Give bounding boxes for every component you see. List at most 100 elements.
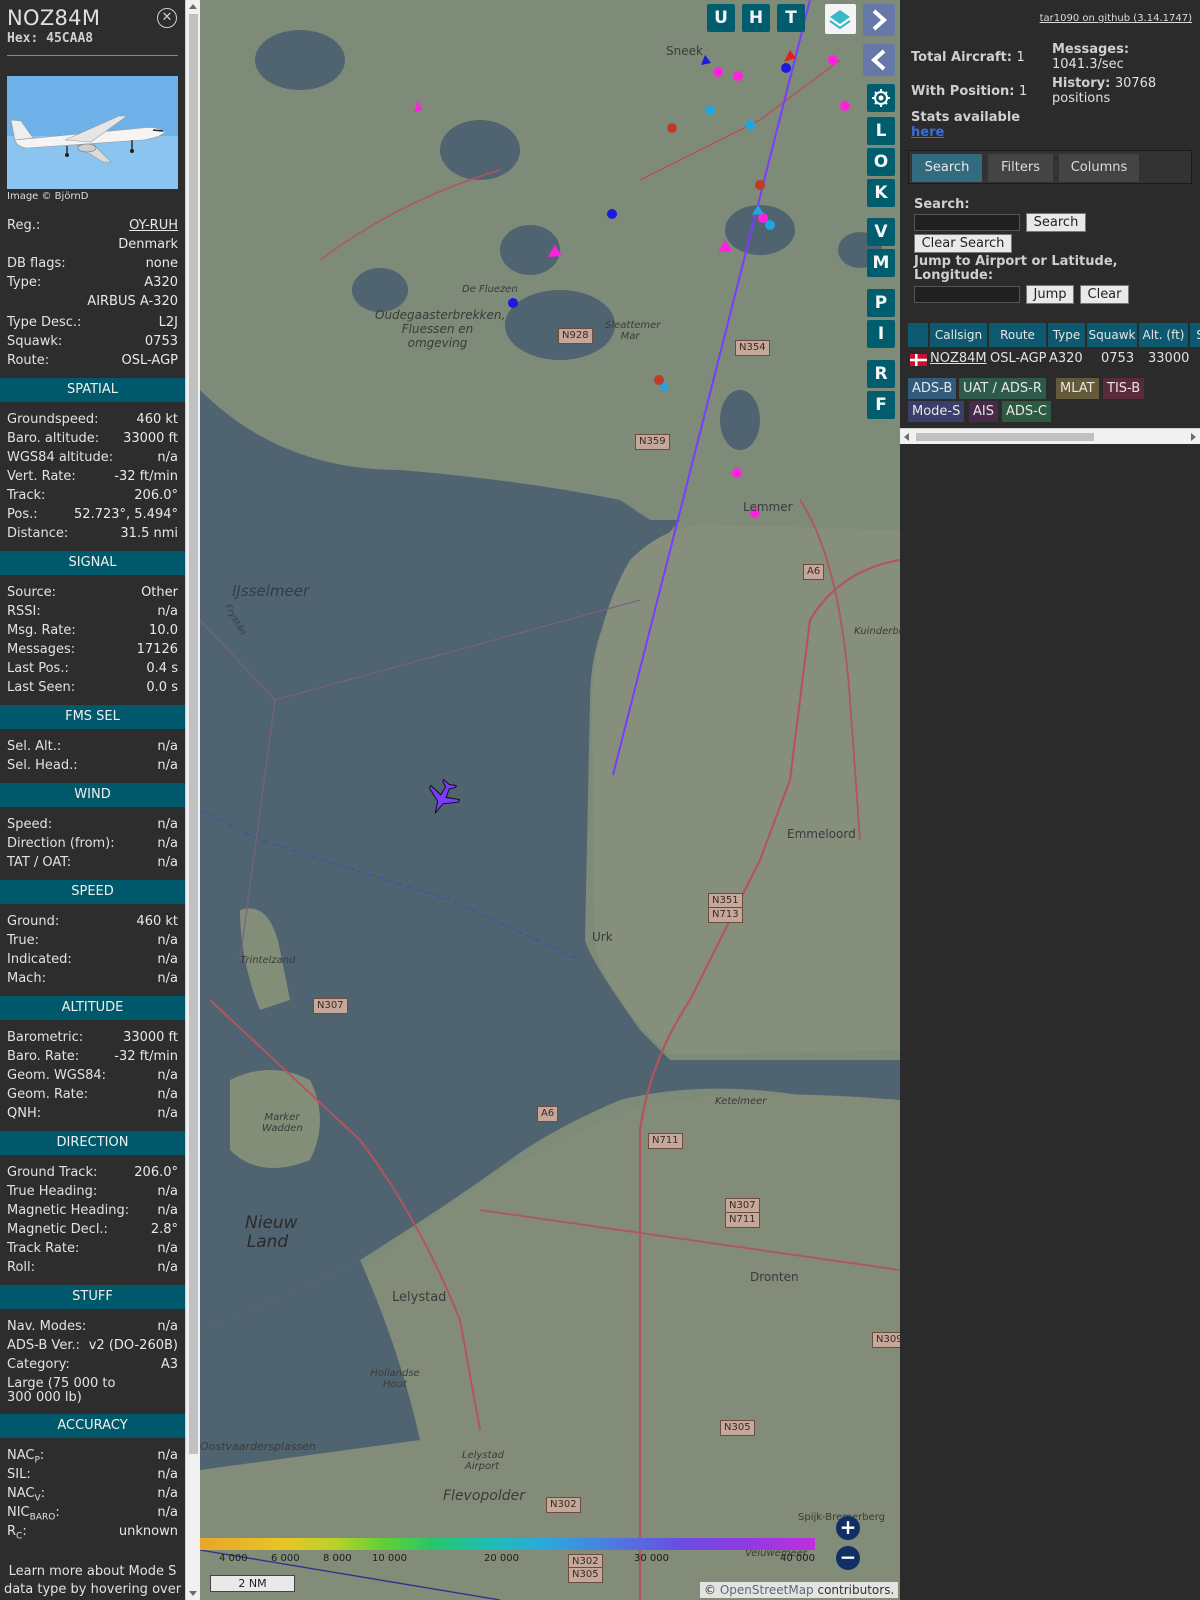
- map-button-o[interactable]: O: [867, 148, 895, 176]
- spatial-label[interactable]: Distance:: [7, 524, 68, 543]
- direction-label[interactable]: Track Rate:: [7, 1239, 79, 1258]
- direction-label[interactable]: Magnetic Heading:: [7, 1201, 129, 1220]
- clear-button[interactable]: Clear: [1080, 285, 1129, 304]
- stuff-label[interactable]: Nav. Modes:: [7, 1317, 86, 1336]
- tab-search[interactable]: Search: [912, 154, 982, 182]
- table-header-squawk[interactable]: Squawk: [1087, 323, 1137, 347]
- altitude-label[interactable]: Baro. Rate:: [7, 1047, 79, 1066]
- search-input[interactable]: [914, 214, 1020, 231]
- fms-label[interactable]: Sel. Alt.:: [7, 737, 61, 756]
- altitude-label[interactable]: QNH:: [7, 1104, 41, 1123]
- speed-label[interactable]: True:: [7, 931, 39, 950]
- altitude-label[interactable]: Geom. WGS84:: [7, 1066, 106, 1085]
- legend-modes[interactable]: Mode-S: [908, 401, 965, 422]
- map-button-k[interactable]: K: [867, 179, 895, 207]
- accuracy-label[interactable]: NACV:: [7, 1484, 45, 1504]
- layers-button[interactable]: [825, 4, 856, 34]
- speed-label[interactable]: Indicated:: [7, 950, 72, 969]
- spatial-label[interactable]: Pos.:: [7, 505, 38, 524]
- info-panel-scrollbar[interactable]: [185, 0, 200, 1600]
- reg-link[interactable]: OY-RUH: [129, 216, 178, 235]
- fms-label[interactable]: Sel. Head.:: [7, 756, 78, 775]
- spatial-label[interactable]: Groundspeed:: [7, 410, 98, 429]
- stuff-label[interactable]: ADS-B Ver.:: [7, 1336, 80, 1355]
- wind-label[interactable]: Speed:: [7, 815, 52, 834]
- spatial-label[interactable]: Track:: [7, 486, 45, 505]
- scroll-up-arrow-icon[interactable]: [189, 4, 197, 9]
- table-header-type[interactable]: Type: [1048, 323, 1085, 347]
- table-header-alt[interactable]: Alt. (ft): [1139, 323, 1188, 347]
- stats-here-link[interactable]: here: [911, 125, 944, 140]
- map-button-t[interactable]: T: [777, 4, 805, 32]
- github-link[interactable]: tar1090 on github (3.14.1747): [1040, 13, 1192, 24]
- clear-search-button[interactable]: Clear Search: [914, 234, 1012, 253]
- accuracy-label[interactable]: NACP:: [7, 1446, 45, 1466]
- jump-button[interactable]: Jump: [1026, 285, 1074, 304]
- direction-label[interactable]: Magnetic Decl.:: [7, 1220, 108, 1239]
- spatial-label[interactable]: WGS84 altitude:: [7, 448, 113, 467]
- scrollbar-thumb[interactable]: [189, 14, 198, 1454]
- signal-label[interactable]: RSSI:: [7, 602, 41, 621]
- legend-tisb[interactable]: TIS-B: [1103, 378, 1145, 399]
- map-button-r[interactable]: R: [867, 360, 895, 388]
- spatial-label[interactable]: Vert. Rate:: [7, 467, 76, 486]
- wind-label[interactable]: TAT / OAT:: [7, 853, 71, 872]
- legend-mlat[interactable]: MLAT: [1056, 378, 1099, 399]
- direction-label[interactable]: True Heading:: [7, 1182, 97, 1201]
- legend-ais[interactable]: AIS: [969, 401, 998, 422]
- legend-adsb[interactable]: ADS-B: [908, 378, 957, 399]
- tab-columns[interactable]: Columns: [1059, 154, 1139, 182]
- signal-label[interactable]: Source:: [7, 583, 56, 602]
- accuracy-label[interactable]: RC:: [7, 1522, 27, 1542]
- signal-label[interactable]: Last Pos.:: [7, 659, 69, 678]
- table-header-speed[interactable]: S: [1190, 323, 1200, 347]
- row-callsign[interactable]: NOZ84M: [930, 349, 987, 369]
- signal-label[interactable]: Last Seen:: [7, 678, 75, 697]
- collapse-left-button[interactable]: [863, 44, 895, 76]
- zoom-out-button[interactable]: −: [836, 1546, 860, 1570]
- horizontal-scrollbar-thumb[interactable]: [916, 433, 1094, 441]
- map-button-m[interactable]: M: [867, 249, 895, 277]
- label-colon: :: [39, 1448, 45, 1463]
- altitude-label[interactable]: Geom. Rate:: [7, 1085, 88, 1104]
- legend-uat-adsr[interactable]: UAT / ADS-R: [959, 378, 1046, 399]
- scroll-left-arrow-icon[interactable]: [904, 433, 909, 441]
- altitude-label[interactable]: Barometric:: [7, 1028, 83, 1047]
- map-button-f[interactable]: F: [867, 391, 895, 419]
- search-button[interactable]: Search: [1026, 213, 1086, 232]
- expand-right-button[interactable]: [863, 4, 895, 36]
- map-button-v[interactable]: V: [867, 218, 895, 246]
- attribution-link[interactable]: OpenStreetMap: [720, 1583, 814, 1597]
- settings-button[interactable]: [867, 84, 895, 112]
- speed-label[interactable]: Ground:: [7, 912, 59, 931]
- direction-label[interactable]: Ground Track:: [7, 1163, 97, 1182]
- signal-label[interactable]: Msg. Rate:: [7, 621, 76, 640]
- table-header-route[interactable]: Route: [989, 323, 1046, 347]
- stuff-label[interactable]: Category:: [7, 1355, 70, 1374]
- speed-label[interactable]: Mach:: [7, 969, 46, 988]
- scroll-down-arrow-icon[interactable]: [189, 1591, 197, 1596]
- legend-adsc[interactable]: ADS-C: [1002, 401, 1051, 422]
- map-button-l[interactable]: L: [867, 117, 895, 145]
- aircraft-photo[interactable]: [7, 76, 178, 189]
- map-button-u[interactable]: U: [707, 4, 735, 32]
- map-button-i[interactable]: I: [867, 320, 895, 348]
- accuracy-label[interactable]: NICBARO:: [7, 1503, 60, 1523]
- table-horizontal-scrollbar[interactable]: [900, 428, 1200, 444]
- tab-filters[interactable]: Filters: [988, 154, 1053, 182]
- altitude-value: -32 ft/min: [114, 1049, 178, 1064]
- close-icon[interactable]: ✕: [157, 8, 177, 28]
- direction-label[interactable]: Roll:: [7, 1258, 35, 1277]
- jump-input[interactable]: [914, 286, 1020, 303]
- stuff-row: Category: A3: [0, 1355, 185, 1374]
- accuracy-label[interactable]: SIL:: [7, 1465, 31, 1484]
- map-button-h[interactable]: H: [742, 4, 770, 32]
- map-button-p[interactable]: P: [867, 289, 895, 317]
- scroll-right-arrow-icon[interactable]: [1191, 433, 1196, 441]
- spatial-label[interactable]: Baro. altitude:: [7, 429, 99, 448]
- table-header-callsign[interactable]: Callsign: [930, 323, 987, 347]
- wind-label[interactable]: Direction (from):: [7, 834, 115, 853]
- signal-label[interactable]: Messages:: [7, 640, 75, 659]
- zoom-in-button[interactable]: +: [836, 1516, 860, 1540]
- map-view[interactable]: Sneek Lemmer IJsselmeer Emmeloord Urk Le…: [200, 0, 900, 1600]
